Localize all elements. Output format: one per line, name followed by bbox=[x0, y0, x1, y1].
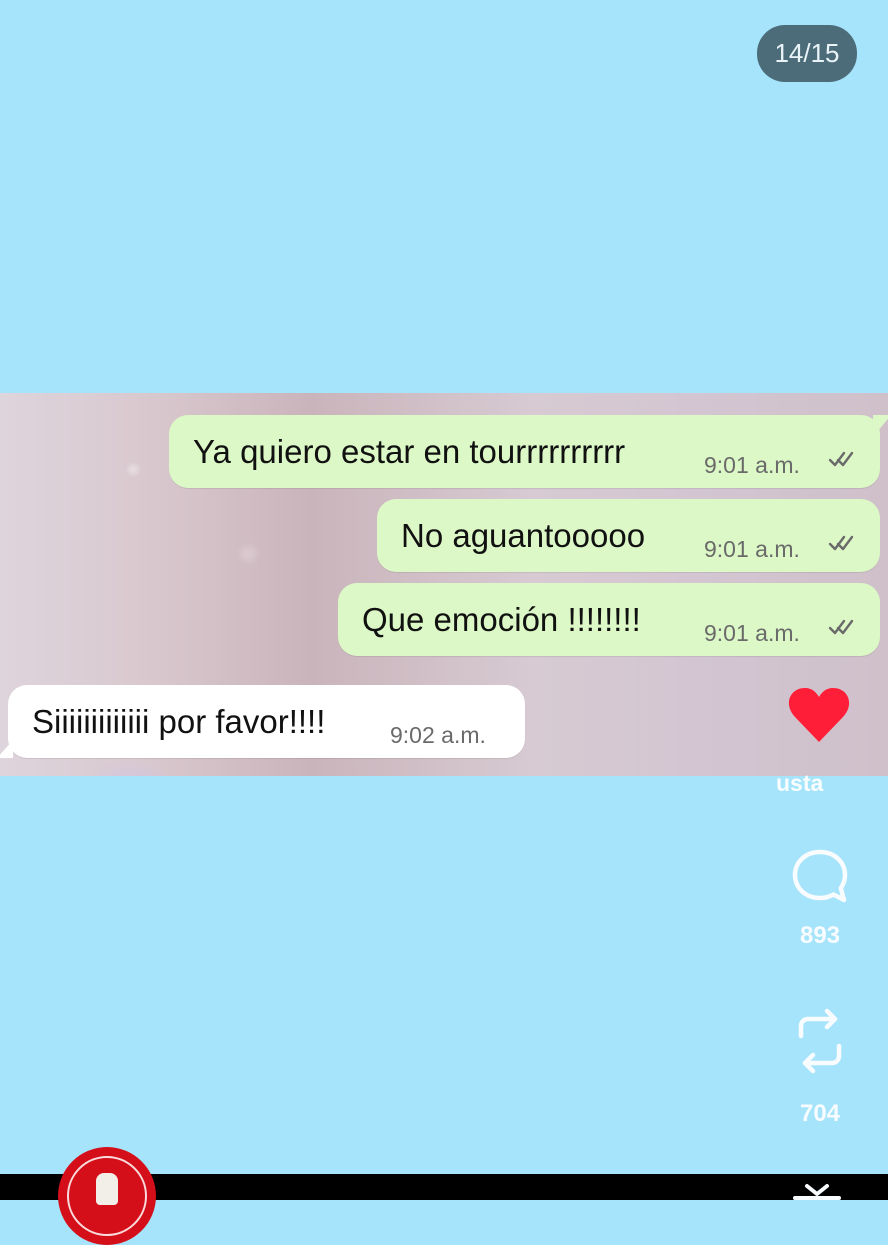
message-time-4: 9:02 a.m. bbox=[390, 722, 486, 748]
repost-count: 704 bbox=[799, 1100, 841, 1127]
message-bubble-3: Que emoción !!!!!!!! 9:01 a.m. bbox=[338, 583, 880, 656]
message-text-3: Que emoción !!!!!!!! bbox=[362, 601, 641, 638]
message-text-1: Ya quiero estar en tourrrrrrrrrr bbox=[193, 433, 626, 470]
like-label: usta bbox=[776, 770, 824, 796]
message-time-3: 9:01 a.m. bbox=[704, 620, 800, 646]
comment-count: 893 bbox=[799, 922, 841, 949]
message-time-2: 9:01 a.m. bbox=[704, 536, 800, 562]
chat-screenshot: Ya quiero estar en tourrrrrrrrrr 9:01 a.… bbox=[0, 393, 888, 776]
share-icon[interactable] bbox=[789, 1180, 845, 1200]
message-bubble-4: Siiiiiiiiiiiii por favor!!!! 9:02 a.m. bbox=[0, 685, 525, 758]
message-text-2: No aguantooooo bbox=[401, 517, 646, 554]
message-bubble-1: Ya quiero estar en tourrrrrrrrrr 9:01 a.… bbox=[169, 415, 888, 488]
message-bubble-2: No aguantooooo 9:01 a.m. bbox=[377, 499, 880, 572]
heart-icon[interactable] bbox=[787, 686, 851, 744]
comment-button[interactable]: 893 bbox=[780, 848, 860, 950]
double-check-icon bbox=[828, 451, 854, 467]
repost-button[interactable]: 704 bbox=[780, 1008, 860, 1128]
message-time-1: 9:01 a.m. bbox=[704, 452, 800, 478]
double-check-icon bbox=[828, 535, 854, 551]
avatar[interactable] bbox=[58, 1147, 156, 1245]
image-page-counter: 14/15 bbox=[757, 25, 857, 82]
repost-icon bbox=[798, 1008, 842, 1074]
comment-icon bbox=[792, 849, 848, 903]
message-text-4: Siiiiiiiiiiiii por favor!!!! bbox=[32, 703, 326, 740]
double-check-icon bbox=[828, 619, 854, 635]
